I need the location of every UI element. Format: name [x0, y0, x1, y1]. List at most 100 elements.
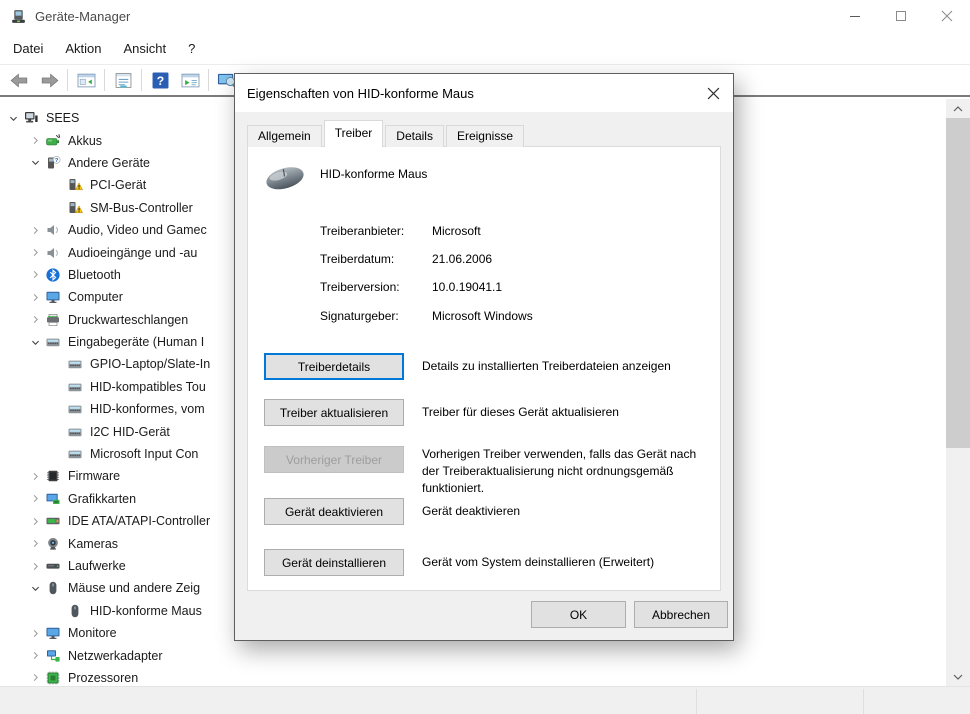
driver-info-label: Treiberanbieter:: [320, 224, 405, 238]
printer-icon: [45, 312, 63, 328]
bottom-bar-divider: [863, 689, 864, 714]
action-pane-button[interactable]: [177, 67, 203, 93]
toolbar-separator: [208, 69, 209, 91]
drive-icon: [45, 558, 63, 574]
tree-item-label: Monitore: [68, 626, 117, 641]
toolbar-separator: [141, 69, 142, 91]
gpu-icon: [45, 491, 63, 507]
warning-device-icon: [67, 177, 85, 193]
menu-bar: Datei Aktion Ansicht?: [0, 32, 970, 64]
ger-t-deinstallieren-button[interactable]: Gerät deinstallieren: [264, 549, 404, 576]
tree-item-label: Grafikkarten: [68, 491, 137, 506]
bottom-bar-divider: [696, 689, 697, 714]
treiber-aktualisieren-button[interactable]: Treiber aktualisieren: [264, 399, 404, 426]
chevron-right-icon[interactable]: [26, 670, 45, 686]
tree-item-label: HID-kompatibles Tou: [90, 379, 206, 394]
tree-item-label: Laufwerke: [68, 559, 126, 573]
chevron-down-icon[interactable]: [26, 580, 45, 596]
help-button[interactable]: ?: [147, 67, 173, 93]
speaker-icon: [45, 245, 63, 261]
driver-info-value: Microsoft Windows: [432, 309, 533, 323]
tree-item-label: HID-konformes, vom: [90, 402, 205, 417]
forward-button[interactable]: [36, 67, 62, 93]
tab-treiber[interactable]: Treiber: [323, 120, 384, 147]
chevron-right-icon[interactable]: [26, 312, 45, 328]
tree-item-label: HID-konforme Maus: [90, 603, 202, 618]
driver-info-value: 10.0.19041.1: [432, 280, 503, 294]
tree-item-label: Audioeingänge und -au: [68, 245, 198, 260]
dialog-titlebar: Eigenschaften von HID-konforme Maus: [235, 74, 733, 112]
warning-device-icon: [67, 200, 85, 216]
chevron-right-icon[interactable]: [26, 513, 45, 529]
scrollbar-thumb[interactable]: [946, 118, 970, 448]
driver-action-description: Gerät deaktivieren: [422, 504, 521, 519]
close-button[interactable]: [924, 0, 970, 32]
cancel-button[interactable]: Abbrechen: [634, 601, 728, 628]
tab-details[interactable]: Details: [385, 125, 444, 147]
console-tree-button[interactable]: [73, 67, 99, 93]
chevron-right-icon[interactable]: [26, 289, 45, 305]
driver-info-label: Treiberversion:: [320, 280, 400, 294]
tree-item-label: Prozessoren: [68, 670, 139, 685]
tree-item-label: IDE ATA/ATAPI-Controller: [68, 514, 211, 529]
chevron-right-icon[interactable]: [26, 558, 45, 574]
toolbar-separator: [67, 69, 68, 91]
window-controls: [832, 0, 970, 32]
tree-item-label: I2C HID-Gerät: [90, 424, 170, 439]
driver-action-description: Gerät vom System deinstallieren (Erweite…: [422, 555, 655, 570]
tree-item-label: SEES: [46, 111, 80, 126]
chevron-down-icon[interactable]: [4, 110, 23, 126]
scroll-up-button[interactable]: [946, 99, 970, 118]
treiberdetails-button[interactable]: Treiberdetails: [264, 353, 404, 380]
driver-action-row: Vorheriger Treiber Vorherigen Treiber ver…: [264, 446, 712, 496]
window-titlebar: Geräte-Manager: [0, 0, 970, 32]
driver-action-row: Treiber aktualisieren Treiber für dieses …: [264, 399, 712, 426]
help-icon: ?: [150, 72, 171, 89]
ide-icon: [45, 513, 63, 529]
chevron-right-icon[interactable]: [26, 491, 45, 507]
menu-item-ansicht[interactable]: Ansicht: [113, 35, 178, 62]
ok-button[interactable]: OK: [531, 601, 626, 628]
driver-action-row: Gerät deinstallieren Gerät vom System dei…: [264, 549, 712, 576]
minimize-icon: [849, 10, 861, 22]
ger-t-deaktivieren-button[interactable]: Gerät deaktivieren: [264, 498, 404, 525]
properties-button[interactable]: [110, 67, 136, 93]
chevron-right-icon[interactable]: [26, 648, 45, 664]
maximize-button[interactable]: [878, 0, 924, 32]
driver-action-description: Treiber für dieses Gerät aktualisieren: [422, 405, 619, 420]
chevron-right-icon[interactable]: [26, 245, 45, 261]
minimize-button[interactable]: [832, 0, 878, 32]
tree-item-prozessoren[interactable]: Prozessoren: [0, 667, 946, 686]
tab-ereignisse[interactable]: Ereignisse: [445, 125, 524, 147]
chevron-right-icon[interactable]: [26, 267, 45, 283]
mouse-icon: [45, 580, 63, 596]
device-name: HID-konforme Maus: [320, 167, 428, 181]
tree-item-netzwerkadapter[interactable]: Netzwerkadapter: [0, 644, 946, 666]
tab-allgemein[interactable]: Allgemein: [247, 125, 322, 147]
dialog-close-icon[interactable]: [698, 78, 728, 108]
scroll-down-button[interactable]: [946, 667, 970, 686]
chevron-right-icon[interactable]: [26, 133, 45, 149]
toolbar-separator: [104, 69, 105, 91]
svg-text:?: ?: [55, 158, 59, 164]
mouse-icon: [67, 603, 85, 619]
chevron-right-icon[interactable]: [26, 536, 45, 552]
back-button[interactable]: [6, 67, 32, 93]
driver-info-value: 21.06.2006: [432, 252, 493, 266]
hid-icon: [67, 424, 85, 440]
chevron-down-icon[interactable]: [26, 334, 45, 350]
chevron-down-icon[interactable]: [26, 155, 45, 171]
firmware-icon: [45, 468, 63, 484]
chevron-right-icon[interactable]: [26, 625, 45, 641]
hid-icon: [45, 334, 63, 350]
chevron-right-icon[interactable]: [26, 468, 45, 484]
menu-item-item[interactable]: ?: [177, 35, 206, 62]
menu-item-aktion[interactable]: Aktion: [54, 35, 112, 62]
menu-item-datei[interactable]: Datei: [2, 35, 54, 62]
chevron-right-icon[interactable]: [26, 222, 45, 238]
vertical-scrollbar[interactable]: [946, 99, 970, 686]
